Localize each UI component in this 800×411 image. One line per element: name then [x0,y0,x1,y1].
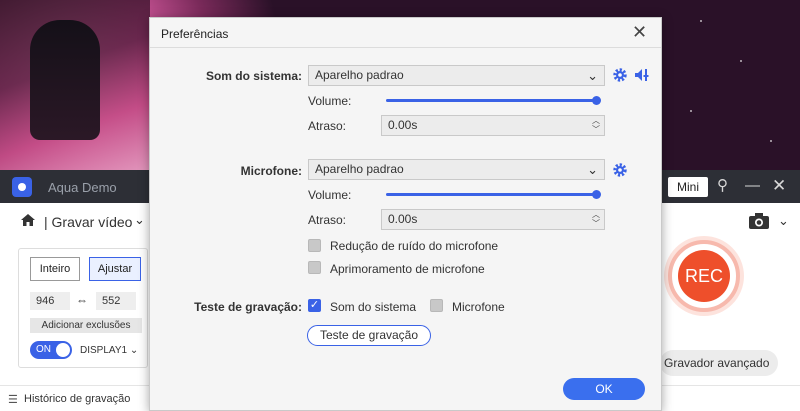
chevron-down-icon[interactable]: ⌄ [778,213,789,229]
mic-enhancement-label: Aprimoramento de microfone [330,262,485,276]
chevron-down-icon[interactable]: ⌄ [134,212,145,228]
mic-delay-spinbox[interactable]: 0.00s ︿ ﹀ [381,209,605,230]
dialog-title: Preferências [161,27,229,41]
mode-label-text: Gravar vídeo [51,214,133,230]
camera-icon[interactable] [748,212,770,230]
rec-button[interactable]: REC [678,250,730,302]
system-volume-thumb[interactable] [592,96,601,105]
dialog-title-bar: Preferências ✕ [150,18,661,48]
display-select-label: DISPLAY1 [80,345,128,356]
display-select[interactable]: DISPLAY1 ⌄ [80,345,138,356]
test-microphone-label: Microfone [452,300,505,314]
system-sound-device-value: Aparelho padrao [315,68,404,82]
app-logo-icon [12,177,32,197]
wallpaper-character-clothes [30,20,100,140]
system-sound-device-select[interactable]: Aparelho padrao ⌄ [308,65,605,86]
system-volume-slider[interactable] [386,99,596,102]
test-system-sound-checkbox[interactable]: ✓ [308,299,321,312]
recording-test-label: Teste de gravação: [194,300,302,314]
app-title: Aqua Demo [48,180,117,195]
system-sound-label: Som do sistema: [205,69,302,83]
advanced-recorder-button[interactable]: Gravador avançado [660,350,778,376]
link-icon[interactable]: ⇔ [76,293,88,307]
gear-icon[interactable] [613,68,627,82]
width-input[interactable]: 946 [30,292,70,310]
ok-button[interactable]: OK [563,378,645,400]
home-icon[interactable] [20,213,36,227]
wallpaper-star [770,140,772,142]
spin-arrows-icon[interactable]: ︿ ﹀ [592,116,600,134]
microphone-label: Microfone: [240,164,302,178]
pin-icon[interactable]: ⚲ [717,178,728,194]
display-toggle[interactable]: ON [30,341,72,359]
noise-reduction-label: Redução de ruído do microfone [330,239,499,253]
speaker-settings-icon[interactable] [634,68,650,82]
close-icon[interactable]: ✕ [772,177,786,194]
full-screen-button[interactable]: Inteiro [30,257,80,281]
mic-enhancement-checkbox[interactable] [308,261,321,274]
mini-mode-button[interactable]: Mini [668,177,708,197]
height-input[interactable]: 552 [96,292,136,310]
test-system-sound-label: Som do sistema [330,300,417,314]
spin-arrows-icon[interactable]: ︿ ﹀ [592,210,600,228]
system-delay-label: Atraso: [308,119,347,133]
mic-volume-label: Volume: [308,188,352,202]
mic-delay-label: Atraso: [308,213,347,227]
test-microphone-checkbox[interactable] [430,299,443,312]
close-icon[interactable]: ✕ [632,23,647,41]
mic-volume-thumb[interactable] [592,190,601,199]
recording-test-button[interactable]: Teste de gravação [307,325,431,346]
mic-delay-value: 0.00s [388,212,418,226]
chevron-down-icon: ⌄ [587,162,598,177]
custom-region-button[interactable]: Ajustar [89,257,141,281]
gear-icon[interactable] [613,163,627,177]
mode-label[interactable]: | Gravar vídeo [44,214,132,230]
system-delay-spinbox[interactable]: 0.00s ︿ ﹀ [381,115,605,136]
wallpaper-star [700,20,702,22]
microphone-device-value: Aparelho padrao [315,162,404,176]
microphone-device-select[interactable]: Aparelho padrao ⌄ [308,159,605,180]
chevron-down-icon: ⌄ [587,68,598,83]
wallpaper-star [690,110,692,112]
wallpaper-star [740,60,742,62]
preferences-dialog: Preferências ✕ Som do sistema: Aparelho … [149,17,662,411]
minimize-icon[interactable]: — [745,178,760,194]
list-icon: ☰ [8,394,18,406]
system-delay-value: 0.00s [388,118,418,132]
mic-volume-slider[interactable] [386,193,596,196]
add-exclusions-button[interactable]: Adicionar exclusões [30,318,142,333]
noise-reduction-checkbox[interactable] [308,239,321,252]
system-volume-label: Volume: [308,94,352,108]
recording-history-link[interactable]: Histórico de gravação [24,393,130,405]
